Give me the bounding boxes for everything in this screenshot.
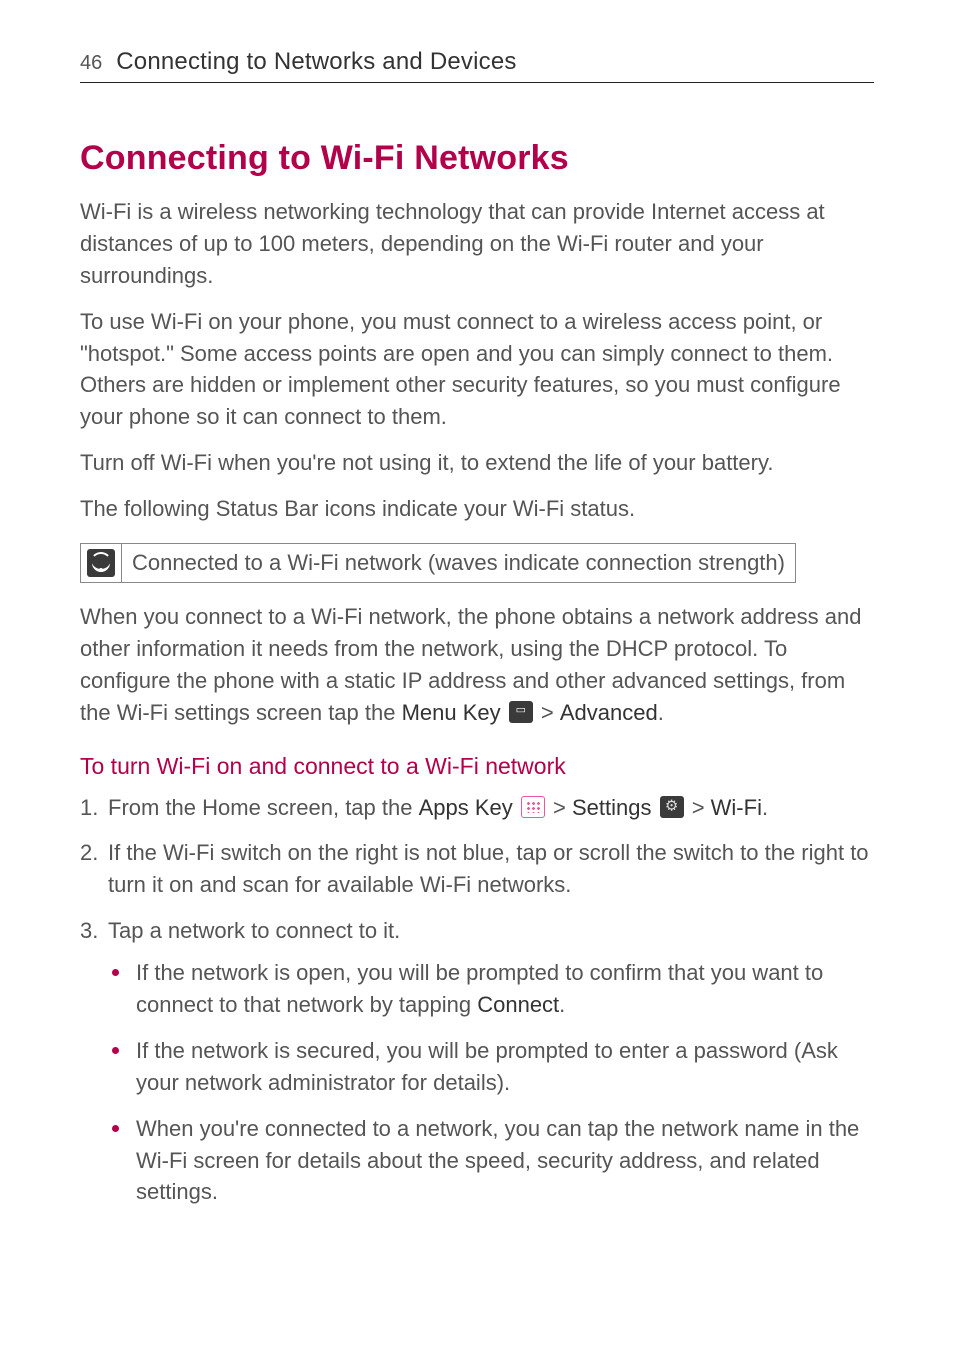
settings-label: Settings [572, 795, 652, 820]
paragraph: Wi-Fi is a wireless networking technolog… [80, 196, 874, 292]
bullet-item: If the network is open, you will be prom… [108, 957, 874, 1021]
step-item: Tap a network to connect to it. If the n… [80, 915, 874, 1208]
separator: > [686, 795, 711, 820]
section-title: Connecting to Networks and Devices [116, 48, 516, 76]
menu-key-icon [509, 701, 533, 723]
settings-icon [660, 796, 684, 818]
step-item: If the Wi-Fi switch on the right is not … [80, 837, 874, 901]
text: . [658, 700, 664, 725]
paragraph: Turn off Wi-Fi when you're not using it,… [80, 447, 874, 479]
text: From the Home screen, tap the [108, 795, 419, 820]
paragraph: The following Status Bar icons indicate … [80, 493, 874, 525]
bullet-item: If the network is secured, you will be p… [108, 1035, 874, 1099]
status-icon-table: Connected to a Wi-Fi network (waves indi… [80, 543, 874, 583]
connect-label: Connect [477, 992, 559, 1017]
separator: > [547, 795, 572, 820]
paragraph: When you connect to a Wi-Fi network, the… [80, 601, 874, 729]
wifi-label: Wi-Fi [711, 795, 762, 820]
subheading: To turn Wi-Fi on and connect to a Wi-Fi … [80, 753, 874, 780]
apps-key-icon [521, 796, 545, 818]
text: . [559, 992, 565, 1017]
wifi-status-description: Connected to a Wi-Fi network (waves indi… [122, 543, 796, 583]
wifi-icon [87, 549, 115, 577]
page-header: 46 Connecting to Networks and Devices [80, 48, 874, 83]
step-item: From the Home screen, tap the Apps Key >… [80, 792, 874, 824]
advanced-label: Advanced [560, 700, 658, 725]
separator: > [535, 700, 560, 725]
paragraph: To use Wi-Fi on your phone, you must con… [80, 306, 874, 434]
wifi-status-icon-cell [80, 543, 122, 583]
page-title: Connecting to Wi-Fi Networks [80, 139, 874, 178]
menu-key-label: Menu Key [402, 700, 501, 725]
steps-list: From the Home screen, tap the Apps Key >… [80, 792, 874, 1209]
text: . [762, 795, 768, 820]
apps-key-label: Apps Key [419, 795, 513, 820]
bullet-item: When you're connected to a network, you … [108, 1113, 874, 1209]
document-page: 46 Connecting to Networks and Devices Co… [0, 0, 954, 1282]
page-number: 46 [80, 52, 102, 75]
bullet-list: If the network is open, you will be prom… [108, 957, 874, 1208]
text: Tap a network to connect to it. [108, 918, 400, 943]
